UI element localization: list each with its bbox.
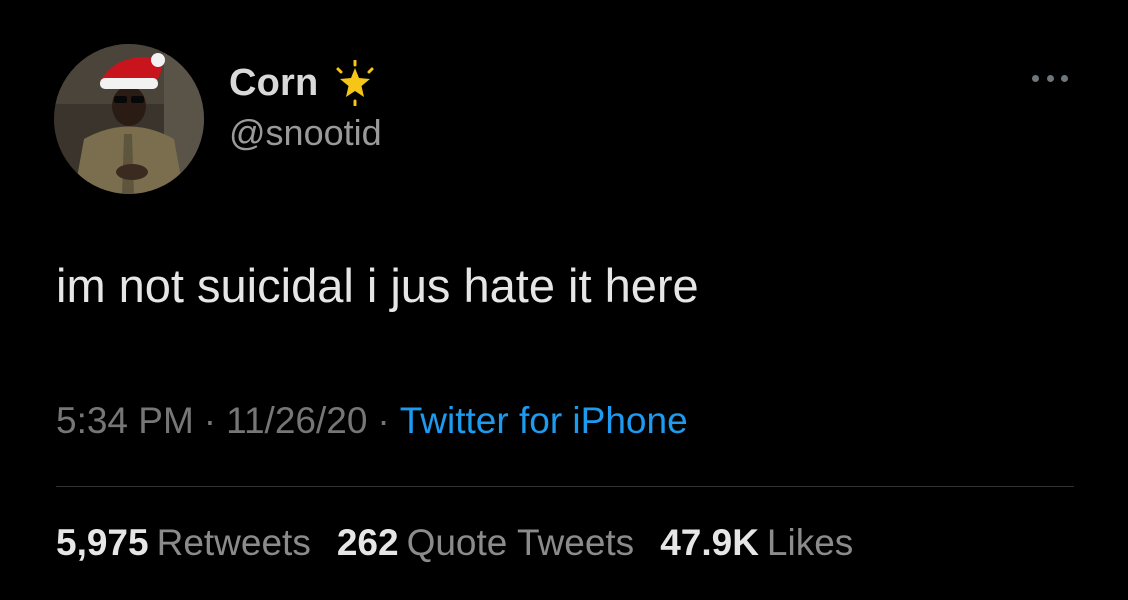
likes-stat[interactable]: 47.9K Likes — [660, 522, 853, 564]
retweets-label: Retweets — [156, 522, 311, 563]
tweet-stats: 5,975 Retweets 262 Quote Tweets 47.9K Likes — [56, 522, 853, 564]
sparkle-star-icon — [332, 59, 378, 107]
tweet-meta: 5:34 PM · 11/26/20 · Twitter for iPhone — [56, 400, 688, 442]
user-handle[interactable]: @snootid — [229, 112, 382, 154]
tweet-date[interactable]: 11/26/20 — [226, 400, 367, 441]
quote-tweets-stat[interactable]: 262 Quote Tweets — [337, 522, 634, 564]
quote-tweets-count: 262 — [336, 522, 399, 563]
more-options-icon[interactable] — [1032, 72, 1068, 84]
meta-separator: · — [203, 400, 217, 441]
quote-tweets-label: Quote Tweets — [406, 522, 635, 563]
likes-count: 47.9K — [660, 522, 759, 563]
person-santa-hat-avatar — [54, 44, 204, 194]
likes-label: Likes — [766, 522, 854, 563]
display-name[interactable]: Corn — [229, 62, 318, 105]
avatar[interactable] — [54, 44, 204, 194]
tweet-card: Corn @snootid im not suicidal i jus hate… — [0, 0, 1128, 600]
retweets-count: 5,975 — [56, 522, 149, 563]
tweet-time[interactable]: 5:34 PM — [56, 400, 194, 441]
tweet-text: im not suicidal i jus hate it here — [56, 259, 699, 312]
name-row: Corn — [229, 58, 378, 108]
meta-separator: · — [377, 400, 390, 441]
divider — [56, 486, 1074, 487]
tweet-source-link[interactable]: Twitter for iPhone — [400, 400, 688, 441]
retweets-stat[interactable]: 5,975 Retweets — [56, 522, 311, 564]
